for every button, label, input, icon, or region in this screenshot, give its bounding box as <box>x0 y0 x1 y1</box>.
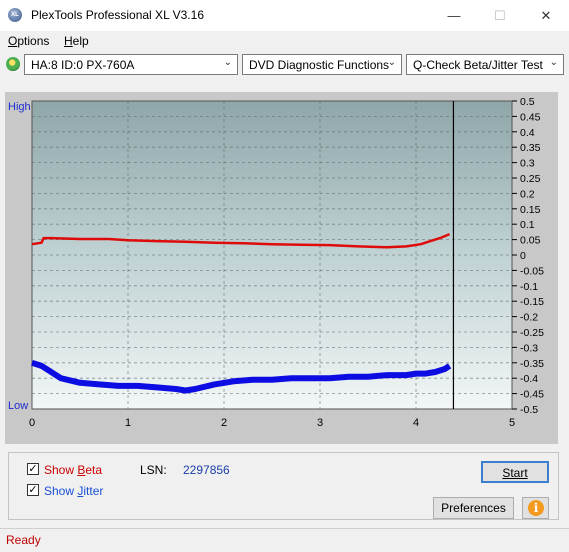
x-tick-label: 2 <box>221 417 227 429</box>
lsn-value: 2297856 <box>183 463 230 477</box>
y-tick-label: -0.25 <box>520 327 544 339</box>
status-bar: Ready <box>0 528 569 552</box>
info-icon: i <box>528 500 544 516</box>
show-jitter-label[interactable]: Show Jitter <box>44 484 103 498</box>
minimize-button[interactable]: — <box>431 0 477 31</box>
x-tick-label: 1 <box>125 417 131 429</box>
lsn-label: LSN: <box>140 463 167 477</box>
low-label: Low <box>8 400 28 412</box>
chevron-down-icon: ⌄ <box>223 57 232 68</box>
menu-options[interactable]: Options <box>8 34 49 48</box>
close-button[interactable]: ✕ <box>523 0 569 31</box>
beta-jitter-chart: 0.5 0.45 0.4 0.35 0.3 0.25 0.2 0.15 0.1 0.05 0 -0.0… <box>8 96 544 429</box>
grid <box>31 100 513 410</box>
y-tick-label: -0.45 <box>520 389 544 401</box>
preferences-button[interactable]: Preferences <box>433 497 514 519</box>
y-tick-label: 0.45 <box>520 111 541 123</box>
test-select-value: Q-Check Beta/Jitter Test <box>413 58 543 72</box>
y-tick-label: 0 <box>520 250 526 262</box>
test-select[interactable]: Q-Check Beta/Jitter Test ⌄ <box>406 54 564 75</box>
y-tick-label: 0.35 <box>520 142 541 154</box>
start-button[interactable]: Start <box>481 461 549 483</box>
x-tick-label: 0 <box>29 417 35 429</box>
drive-status-icon <box>6 57 20 71</box>
show-beta-checkbox[interactable]: ✓ <box>27 463 39 475</box>
status-text: Ready <box>6 533 41 547</box>
x-tick-label: 4 <box>413 417 419 429</box>
x-tick-label: 5 <box>509 417 515 429</box>
chart-panel: 0.5 0.45 0.4 0.35 0.3 0.25 0.2 0.15 0.1 0.05 0 -0.0… <box>5 92 558 444</box>
y-axis: 0.5 0.45 0.4 0.35 0.3 0.25 0.2 0.15 0.1 0.05 0 -0.0… <box>512 96 544 416</box>
app-logo-icon: XL <box>8 8 22 22</box>
y-tick-label: -0.35 <box>520 358 544 370</box>
y-tick-label: 0.5 <box>520 96 535 108</box>
drive-select-value: HA:8 ID:0 PX-760A <box>31 58 135 72</box>
y-tick-label: 0.05 <box>520 235 541 247</box>
y-tick-label: -0.1 <box>520 281 538 293</box>
y-tick-label: -0.5 <box>520 404 538 416</box>
x-axis: 0 1 2 3 4 5 <box>29 417 515 429</box>
menu-help[interactable]: Help <box>64 34 89 48</box>
y-tick-label: 0.15 <box>520 204 541 216</box>
y-tick-label: 0.25 <box>520 173 541 185</box>
show-jitter-checkbox[interactable]: ✓ <box>27 484 39 496</box>
function-select[interactable]: DVD Diagnostic Functions ⌄ <box>242 54 402 75</box>
x-tick-label: 3 <box>317 417 323 429</box>
y-tick-label: -0.3 <box>520 342 538 354</box>
y-tick-label: -0.15 <box>520 296 544 308</box>
y-tick-label: 0.2 <box>520 188 535 200</box>
high-label: High <box>8 101 31 113</box>
y-tick-label: 0.3 <box>520 158 535 170</box>
drive-select[interactable]: HA:8 ID:0 PX-760A ⌄ <box>24 54 238 75</box>
info-button[interactable]: i <box>522 497 549 519</box>
y-tick-label: -0.2 <box>520 312 538 324</box>
chevron-down-icon: ⌄ <box>549 57 558 68</box>
chevron-down-icon: ⌄ <box>387 57 396 68</box>
y-tick-label: 0.1 <box>520 219 535 231</box>
show-beta-label[interactable]: Show Beta <box>44 463 102 477</box>
function-select-value: DVD Diagnostic Functions <box>249 58 390 72</box>
window-title: PlexTools Professional XL V3.16 <box>31 8 204 22</box>
y-tick-label: -0.4 <box>520 373 538 385</box>
maximize-button[interactable]: ☐ <box>477 0 523 31</box>
y-tick-label: 0.4 <box>520 127 535 139</box>
y-tick-label: -0.05 <box>520 265 544 277</box>
